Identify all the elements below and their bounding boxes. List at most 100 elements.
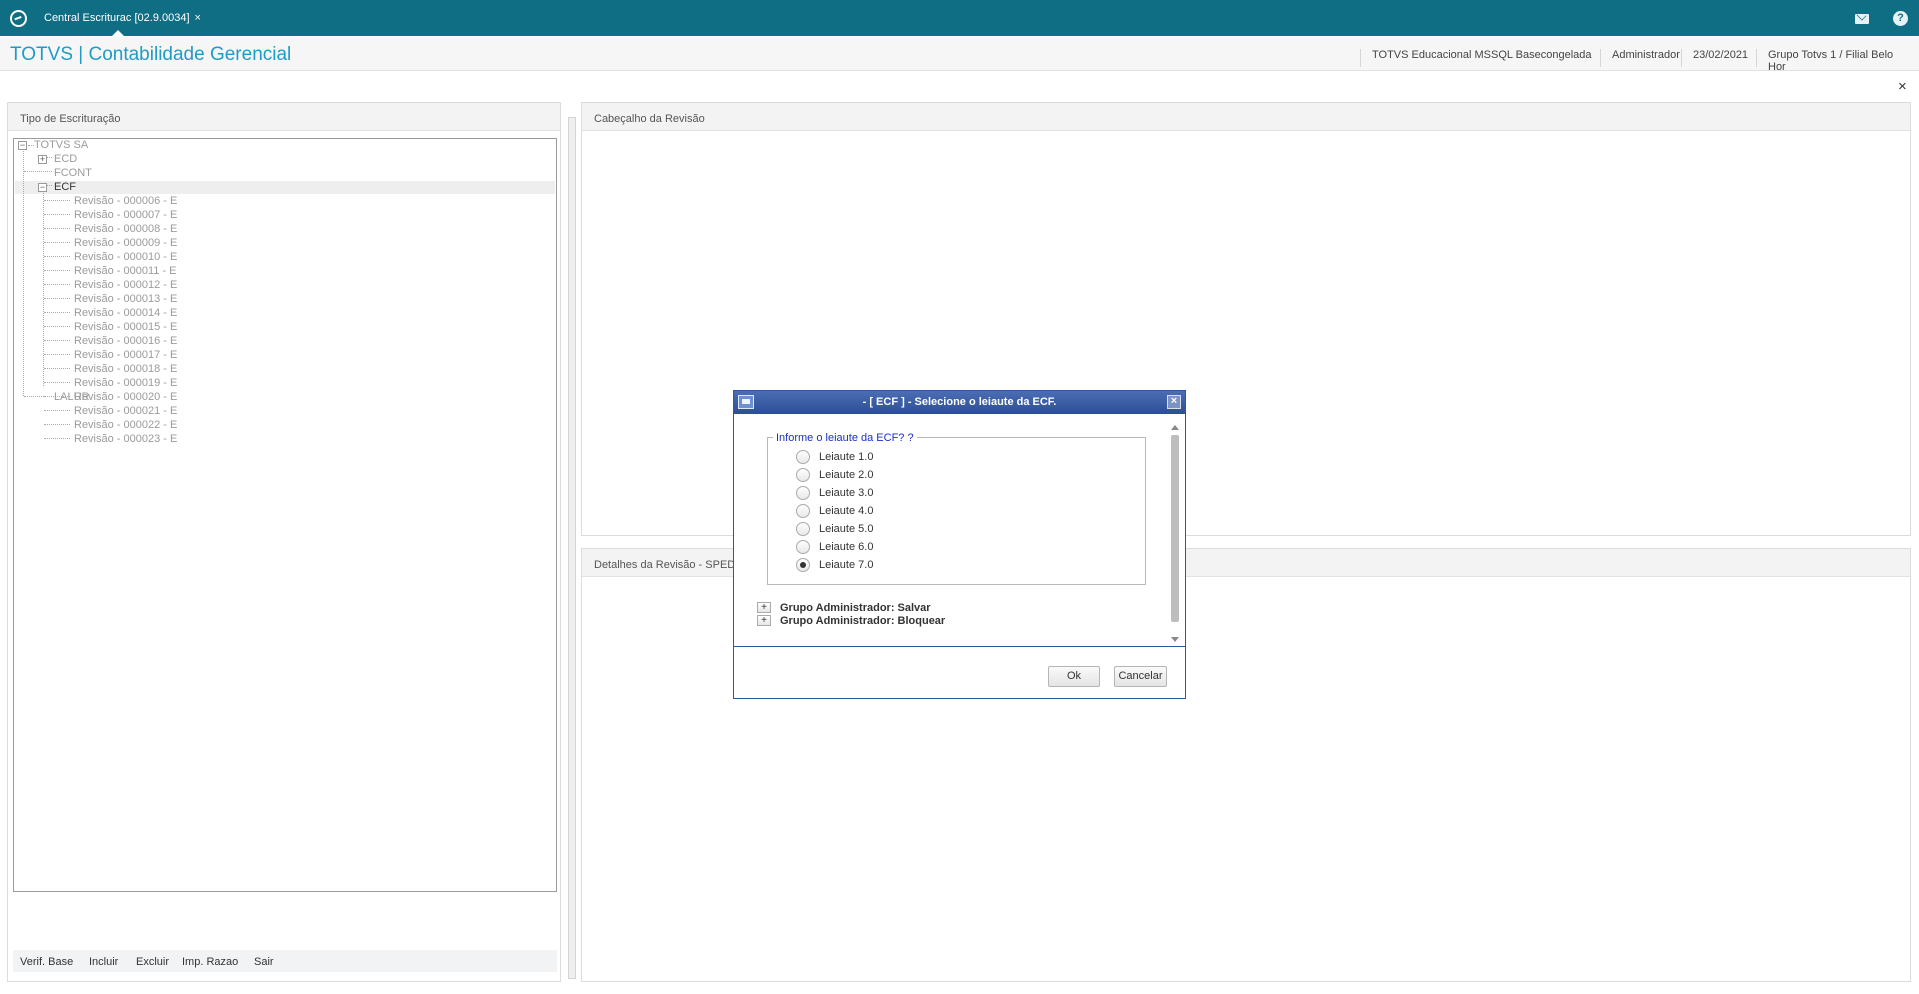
tree-connector <box>44 326 70 327</box>
imp-razao-button[interactable]: Imp. Razao <box>182 956 238 968</box>
group-label: Grupo Administrador: Bloquear <box>780 615 946 627</box>
escrituracao-tree[interactable]: − TOTVS SA + ECD FCONT − ECF Revisão - 0… <box>13 138 557 892</box>
mail-icon[interactable] <box>1855 14 1869 24</box>
tree-connector <box>43 187 44 386</box>
tree-connector <box>24 171 52 172</box>
tree-connector <box>44 382 70 383</box>
window-icon <box>738 395 754 409</box>
radio-button[interactable] <box>796 540 810 554</box>
tree-node-revision[interactable]: Revisão - 000014 - E <box>74 307 177 319</box>
tree-node-fcont[interactable]: FCONT <box>54 167 92 179</box>
leiaute-fieldset: Informe o leiaute da ECF? ? Leiaute 1.0 L… <box>767 432 1146 585</box>
tree-connector <box>44 410 70 411</box>
help-icon[interactable]: ? <box>1893 11 1908 26</box>
tree-connector <box>44 242 70 243</box>
tree-node-revision[interactable]: Revisão - 000023 - E <box>74 433 177 445</box>
incluir-button[interactable]: Incluir <box>89 956 118 968</box>
app-title: TOTVS | Contabilidade Gerencial <box>10 44 292 65</box>
radio-button[interactable] <box>796 468 810 482</box>
dialog-body: Informe o leiaute da ECF? ? Leiaute 1.0 L… <box>734 414 1185 647</box>
tree-node-revision[interactable]: Revisão - 000011 - E <box>74 265 177 277</box>
radio-button[interactable] <box>796 486 810 500</box>
excluir-button[interactable]: Excluir <box>136 956 169 968</box>
tree-connector <box>44 256 70 257</box>
tree-node-revision[interactable]: Revisão - 000016 - E <box>74 335 177 347</box>
tab-central-escrituracao[interactable]: Central Escriturac [02.9.0034] × <box>38 4 207 32</box>
radio-button[interactable] <box>796 558 810 572</box>
collapse-icon[interactable]: − <box>38 183 47 192</box>
expand-icon[interactable]: + <box>757 602 771 613</box>
tree-node-revision[interactable]: Revisão - 000017 - E <box>74 349 177 361</box>
tree-connector <box>44 214 70 215</box>
tree-node-revision[interactable]: Revisão - 000010 - E <box>74 251 177 263</box>
tree-node-revision[interactable]: Revisão - 000021 - E <box>74 405 177 417</box>
verif-base-button[interactable]: Verif. Base <box>20 956 73 968</box>
tree-connector <box>44 200 70 201</box>
tree-connector <box>44 312 70 313</box>
tree-node-root[interactable]: TOTVS SA <box>34 139 88 151</box>
tree-node-revision[interactable]: Revisão - 000019 - E <box>74 377 177 389</box>
radio-label: Leiaute 2.0 <box>819 469 874 481</box>
radio-button[interactable] <box>796 504 810 518</box>
tree-node-revision[interactable]: Revisão - 000018 - E <box>74 363 177 375</box>
tree-node-revision[interactable]: Revisão - 000009 - E <box>74 237 177 249</box>
dialog-close-button[interactable]: × <box>1167 395 1181 409</box>
radio-label: Leiaute 3.0 <box>819 487 874 499</box>
scroll-thumb[interactable] <box>1171 435 1179 622</box>
tree-node-revision[interactable]: Revisão - 000008 - E <box>74 223 177 235</box>
tree-connector <box>44 298 70 299</box>
radio-button[interactable] <box>796 522 810 536</box>
radio-label: Leiaute 4.0 <box>819 505 874 517</box>
user-info: Administrador <box>1600 49 1691 67</box>
action-bar: Verif. Base Incluir Excluir Imp. Razao S… <box>13 950 557 972</box>
tree-node-revision[interactable]: Revisão - 000006 - E <box>74 195 177 207</box>
radio-label: Leiaute 6.0 <box>819 541 874 553</box>
panel-title: Tipo de Escrituração <box>8 103 560 131</box>
tree-connector <box>23 149 24 396</box>
fieldset-legend: Informe o leiaute da ECF? ? <box>773 432 917 444</box>
panel-title: Cabeçalho da Revisão <box>582 103 1910 131</box>
tree-node-revision[interactable]: Revisão - 000020 - E <box>74 391 177 403</box>
radio-label: Leiaute 5.0 <box>819 523 874 535</box>
expand-icon[interactable]: + <box>38 155 47 164</box>
close-icon[interactable]: × <box>1898 78 1907 95</box>
sair-button[interactable]: Sair <box>254 956 274 968</box>
tree-connector <box>44 438 70 439</box>
tree-node-revision[interactable]: Revisão - 000013 - E <box>74 293 177 305</box>
app-header: TOTVS | Contabilidade Gerencial TOTVS Ed… <box>0 37 1919 73</box>
top-bar: Central Escriturac [02.9.0034] × ? <box>0 0 1919 36</box>
tree-node-lalur[interactable]: LALUR <box>54 391 89 403</box>
date-info: 23/02/2021 <box>1681 49 1759 67</box>
collapse-icon[interactable]: − <box>18 141 27 150</box>
cancel-button[interactable]: Cancelar <box>1114 666 1167 687</box>
tree-selection-highlight <box>15 181 555 194</box>
dialog-scrollbar[interactable] <box>1170 422 1180 646</box>
ok-button[interactable]: Ok <box>1048 666 1100 687</box>
active-tab-pointer <box>112 30 124 36</box>
totvs-logo-icon[interactable] <box>10 10 27 27</box>
radio-label: Leiaute 7.0 <box>819 559 874 571</box>
tree-node-revision[interactable]: Revisão - 000012 - E <box>74 279 177 291</box>
tree-connector <box>44 284 70 285</box>
expand-icon[interactable]: + <box>757 615 771 626</box>
dialog-titlebar: - [ ECF ] - Selecione o leiaute da ECF. … <box>734 391 1185 414</box>
tree-connector <box>44 270 70 271</box>
radio-button[interactable] <box>796 450 810 464</box>
tree-node-revision[interactable]: Revisão - 000015 - E <box>74 321 177 333</box>
leiaute-dialog: - [ ECF ] - Selecione o leiaute da ECF. … <box>733 390 1186 699</box>
tree-node-ecf[interactable]: ECF <box>54 181 76 193</box>
dialog-title: - [ ECF ] - Selecione o leiaute da ECF. <box>862 396 1057 408</box>
tree-node-revision[interactable]: Revisão - 000007 - E <box>74 209 177 221</box>
tree-node-ecd[interactable]: ECD <box>54 153 77 165</box>
panel-splitter[interactable] <box>568 117 576 979</box>
scroll-up-icon[interactable] <box>1171 425 1179 430</box>
scroll-down-icon[interactable] <box>1171 637 1179 642</box>
tab-close-icon[interactable]: × <box>195 12 201 24</box>
tree-connector <box>44 340 70 341</box>
tree-connector <box>44 424 70 425</box>
tree-connector <box>44 228 70 229</box>
environment-info: TOTVS Educacional MSSQL Basecongelada <box>1360 49 1603 67</box>
tab-label: Central Escriturac [02.9.0034] <box>44 12 190 24</box>
tree-node-revision[interactable]: Revisão - 000022 - E <box>74 419 177 431</box>
radio-label: Leiaute 1.0 <box>819 451 874 463</box>
